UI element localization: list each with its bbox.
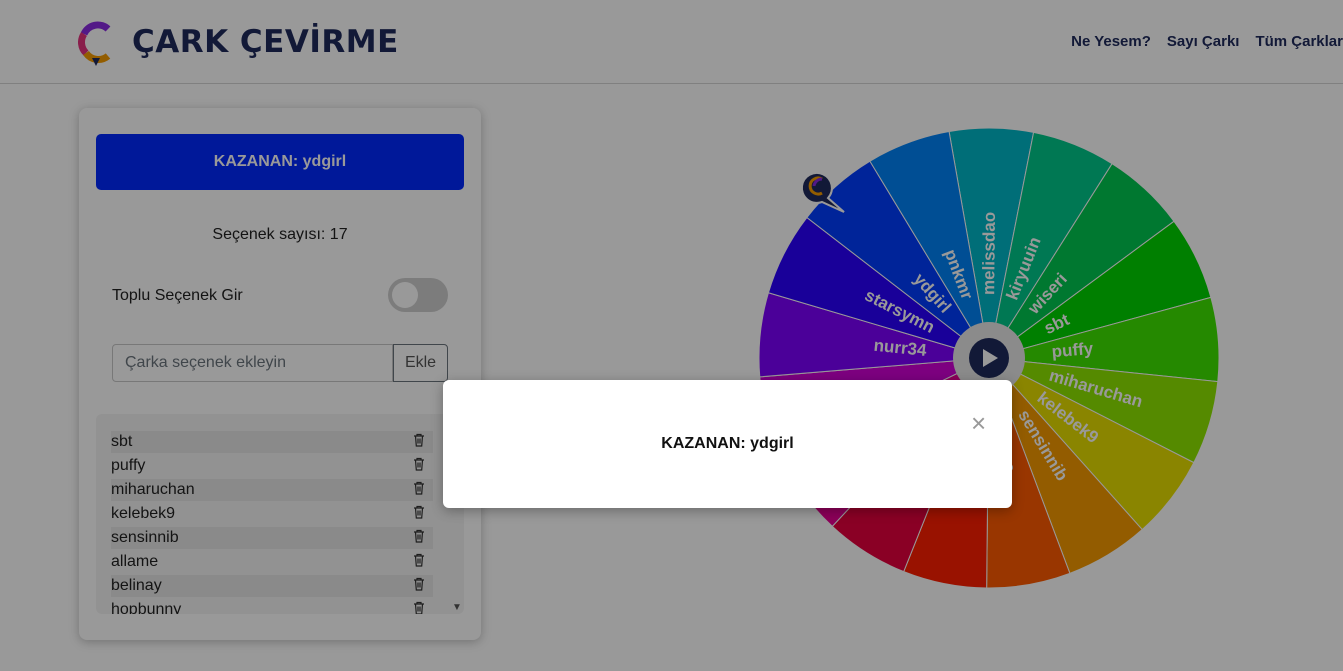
close-icon[interactable]: × [971,410,986,436]
winner-modal-text: KAZANAN: ydgirl [661,435,794,452]
modal-backdrop[interactable] [0,0,1343,671]
winner-modal: KAZANAN: ydgirl × [443,380,1012,508]
